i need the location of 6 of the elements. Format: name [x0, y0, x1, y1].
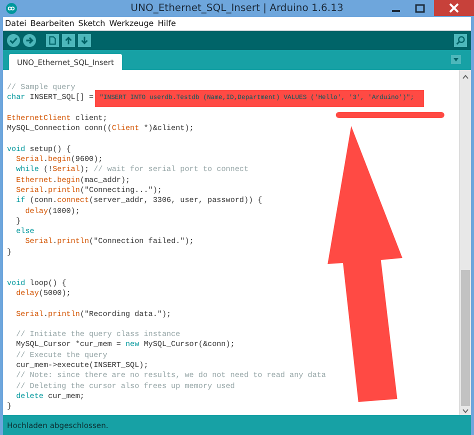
window-title: UNO_Ethernet_SQL_Insert | Arduino 1.6.13 [130, 3, 344, 14]
menu-item[interactable]: Werkzeuge [109, 19, 154, 28]
menu-item[interactable]: Bearbeiten [30, 19, 74, 28]
menu-item[interactable]: Hilfe [158, 19, 176, 28]
menu-item[interactable]: Datei [5, 19, 26, 28]
menu-item[interactable]: Sketch [78, 19, 106, 28]
